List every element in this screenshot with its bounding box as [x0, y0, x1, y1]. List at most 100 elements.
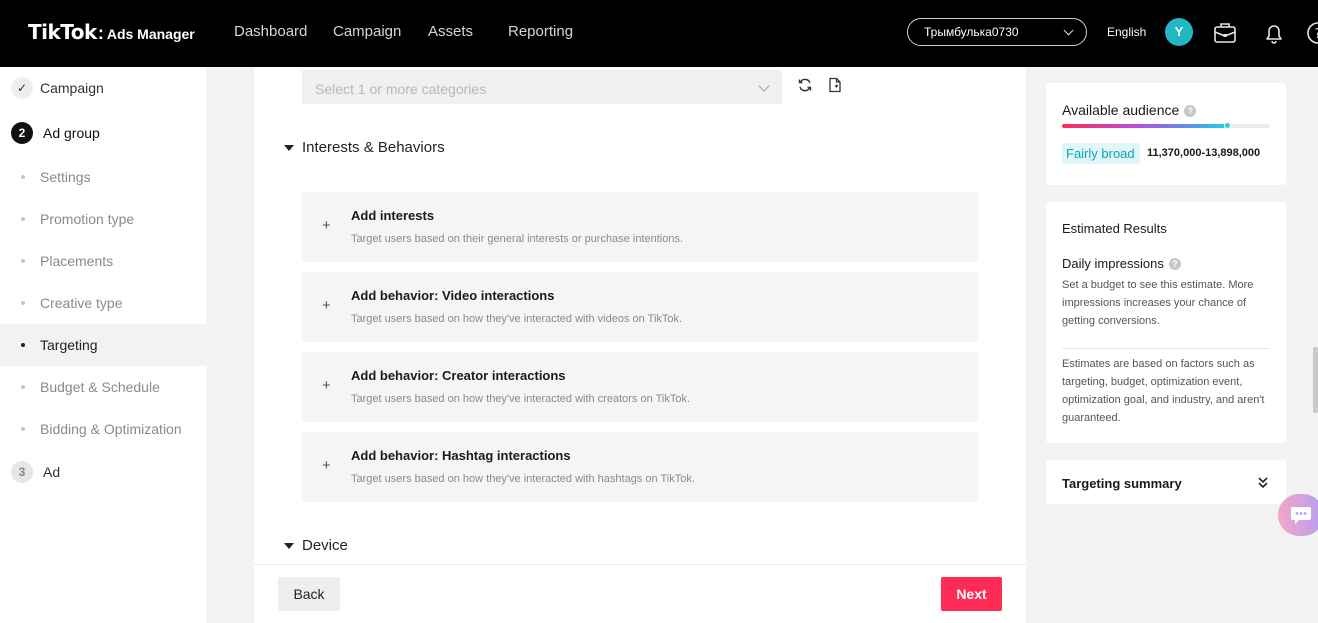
estimated-results-card: Estimated Results Daily impressions? Set…: [1046, 202, 1286, 443]
caret-down-icon: [284, 542, 294, 549]
page-scrollbar[interactable]: [1313, 347, 1318, 413]
daily-impressions-row: Daily impressions?: [1062, 256, 1181, 271]
audience-title-row: Available audience?: [1062, 102, 1197, 118]
add-interests-card[interactable]: + Add interests Target users based on th…: [302, 192, 978, 262]
logo-main-text: TikTok: [28, 20, 97, 44]
nav-assets[interactable]: Assets: [428, 23, 473, 40]
step-label-ad: Ad: [43, 464, 61, 480]
account-name: Трымбулька0730: [924, 25, 1019, 39]
audience-title: Available audience: [1062, 102, 1180, 118]
audience-meter: [1062, 122, 1270, 129]
card-title: Add behavior: Video interactions: [351, 288, 555, 303]
plus-icon: +: [322, 377, 331, 394]
section-interests-behaviors[interactable]: Interests & Behaviors: [284, 139, 445, 156]
substep-dot: [21, 175, 25, 179]
substep-dot: [21, 427, 25, 431]
category-select[interactable]: Select 1 or more categories: [302, 70, 782, 104]
card-description: Target users based on how they've intera…: [351, 473, 695, 485]
back-button[interactable]: Back: [278, 577, 340, 611]
step-number-badge: 2: [11, 122, 33, 144]
chat-icon: [1291, 507, 1311, 524]
help-icon[interactable]: ?: [1304, 19, 1318, 47]
category-placeholder: Select 1 or more categories: [315, 81, 487, 97]
substep-label: Settings: [40, 169, 91, 185]
chat-support-button[interactable]: [1278, 494, 1318, 536]
svg-text:?: ?: [1315, 27, 1318, 42]
substep-label: Creative type: [40, 295, 123, 311]
caret-down-icon: [284, 144, 294, 151]
briefcase-icon[interactable]: [1211, 19, 1239, 47]
audience-size-range: 11,370,000-13,898,000: [1147, 147, 1261, 159]
nav-dashboard[interactable]: Dashboard: [234, 23, 307, 40]
form-footer: Back Next: [254, 564, 1026, 623]
substep-dot: [21, 343, 25, 347]
step-ad-group[interactable]: 2 Ad group: [0, 112, 206, 154]
estimates-disclaimer: Estimates are based on factors such as t…: [1062, 358, 1265, 424]
section-title: Interests & Behaviors: [302, 139, 445, 156]
chevron-down-icon: [758, 80, 770, 92]
user-avatar[interactable]: Y: [1165, 18, 1193, 46]
substep-label: Promotion type: [40, 211, 135, 227]
double-chevron-down-icon[interactable]: [1256, 474, 1270, 490]
plus-icon: +: [322, 217, 331, 234]
card-title: Add interests: [351, 208, 435, 223]
substep-label: Placements: [40, 253, 114, 269]
add-hashtag-interactions-card[interactable]: + Add behavior: Hashtag interactions Tar…: [302, 432, 978, 502]
substep-dot: [21, 259, 25, 263]
substep-dot: [21, 217, 25, 221]
nav-reporting[interactable]: Reporting: [508, 23, 573, 40]
checkmark-icon: ✓: [11, 77, 33, 99]
substep-settings[interactable]: Settings: [0, 156, 206, 198]
help-icon[interactable]: ?: [1168, 258, 1181, 270]
targeting-summary-title: Targeting summary: [1062, 476, 1182, 491]
substep-label: Bidding & Optimization: [40, 421, 182, 437]
step-label-ad-group: Ad group: [43, 125, 100, 141]
progress-sidebar: ✓ Campaign 2 Ad group Settings Promotion…: [0, 67, 206, 623]
nav-campaign[interactable]: Campaign: [333, 23, 401, 40]
add-video-interactions-card[interactable]: + Add behavior: Video interactions Targe…: [302, 272, 978, 342]
document-icon[interactable]: [827, 77, 843, 93]
estimated-results-title: Estimated Results: [1062, 221, 1167, 236]
card-title: Add behavior: Creator interactions: [351, 368, 566, 383]
divider: [1062, 348, 1270, 349]
top-navigation-bar: TikTok : Ads Manager Dashboard Campaign …: [0, 0, 1318, 67]
chevron-down-icon: [1063, 25, 1074, 36]
step-campaign[interactable]: ✓ Campaign: [0, 67, 206, 109]
step-label-campaign: Campaign: [40, 80, 104, 96]
help-icon[interactable]: ?: [1184, 105, 1197, 117]
substep-placements[interactable]: Placements: [0, 240, 206, 282]
account-selector[interactable]: Трымбулька0730: [907, 18, 1087, 46]
substep-promotion-type[interactable]: Promotion type: [0, 198, 206, 240]
plus-icon: +: [322, 297, 331, 314]
targeting-summary-card[interactable]: Targeting summary: [1046, 460, 1286, 504]
substep-budget-schedule[interactable]: Budget & Schedule: [0, 366, 206, 408]
daily-impressions-title: Daily impressions: [1062, 256, 1164, 271]
audience-meter-fill: [1062, 124, 1229, 128]
substep-targeting[interactable]: Targeting: [0, 324, 206, 366]
audience-breadth-badge: Fairly broad: [1062, 143, 1140, 164]
next-button[interactable]: Next: [941, 577, 1002, 611]
substep-dot: [21, 385, 25, 389]
step-ad[interactable]: 3 Ad: [0, 451, 206, 493]
card-description: Target users based on how they've intera…: [351, 393, 690, 405]
plus-icon: +: [322, 457, 331, 474]
logo-colon: :: [97, 23, 104, 43]
add-creator-interactions-card[interactable]: + Add behavior: Creator interactions Tar…: [302, 352, 978, 422]
card-description: Target users based on their general inte…: [351, 233, 684, 245]
card-description: Target users based on how they've intera…: [351, 313, 683, 325]
substep-label: Targeting: [40, 337, 98, 353]
logo-sub-text: Ads Manager: [106, 26, 195, 42]
language-selector[interactable]: English: [1107, 25, 1146, 39]
refresh-icon[interactable]: [797, 77, 813, 93]
targeting-form-panel: Select 1 or more categories Interests & …: [254, 67, 1026, 623]
daily-impressions-note: Set a budget to see this estimate. More …: [1062, 279, 1254, 327]
tiktok-ads-manager-logo[interactable]: TikTok : Ads Manager: [28, 20, 195, 44]
substep-creative-type[interactable]: Creative type: [0, 282, 206, 324]
substep-bidding-optimization[interactable]: Bidding & Optimization: [0, 408, 206, 450]
section-device[interactable]: Device: [284, 537, 348, 554]
bell-icon[interactable]: [1260, 19, 1288, 47]
section-title: Device: [302, 537, 348, 554]
audience-meter-marker: [1224, 122, 1232, 129]
substep-label: Budget & Schedule: [40, 379, 160, 395]
step-number-badge: 3: [11, 461, 33, 483]
